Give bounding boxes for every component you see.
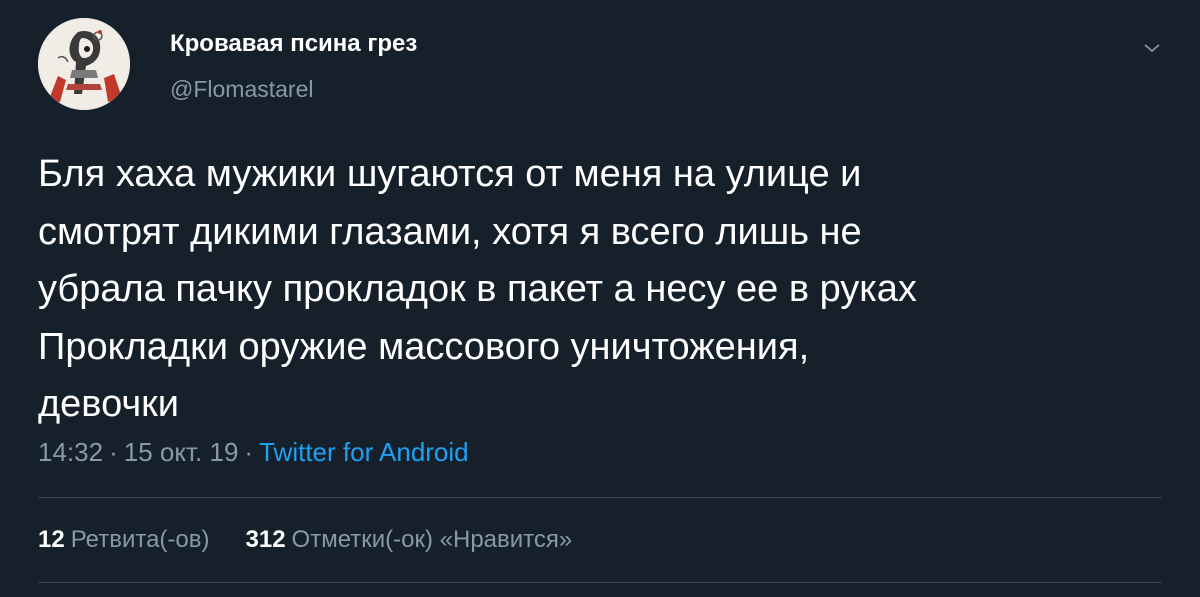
- tweet-source-link[interactable]: Twitter for Android: [259, 437, 469, 467]
- divider: [38, 497, 1162, 498]
- author-handle[interactable]: @Flomastarel: [170, 76, 314, 103]
- retweets-count: 12: [38, 526, 65, 553]
- likes-stat[interactable]: 312 Отметки(-ок) «Нравится»: [246, 526, 573, 554]
- tweet-meta: 14:32 · 15 окт. 19 · Twitter for Android: [38, 437, 469, 468]
- tweet-card: Кровавая псина грез @Flomastarel Бля хах…: [0, 0, 1200, 597]
- divider: [38, 582, 1162, 583]
- meta-separator: ·: [244, 437, 254, 467]
- avatar[interactable]: [38, 18, 130, 110]
- likes-label: Отметки(-ок) «Нравится»: [291, 526, 573, 553]
- avatar-illustration: [38, 18, 130, 110]
- likes-count: 312: [245, 526, 286, 553]
- chevron-down-icon[interactable]: [1141, 40, 1163, 56]
- tweet-time[interactable]: 14:32: [38, 437, 103, 467]
- tweet-date[interactable]: 15 окт. 19: [124, 437, 239, 467]
- tweet-text: Бля хаха мужики шугаются от меня на улиц…: [38, 153, 917, 425]
- retweets-stat[interactable]: 12 Ретвита(-ов): [38, 526, 210, 554]
- retweets-label: Ретвита(-ов): [70, 526, 210, 553]
- tweet-stats: 12 Ретвита(-ов) 312 Отметки(-ок) «Нравится»: [38, 526, 572, 554]
- meta-separator: ·: [109, 437, 118, 467]
- author-display-name[interactable]: Кровавая псина грез: [170, 30, 417, 58]
